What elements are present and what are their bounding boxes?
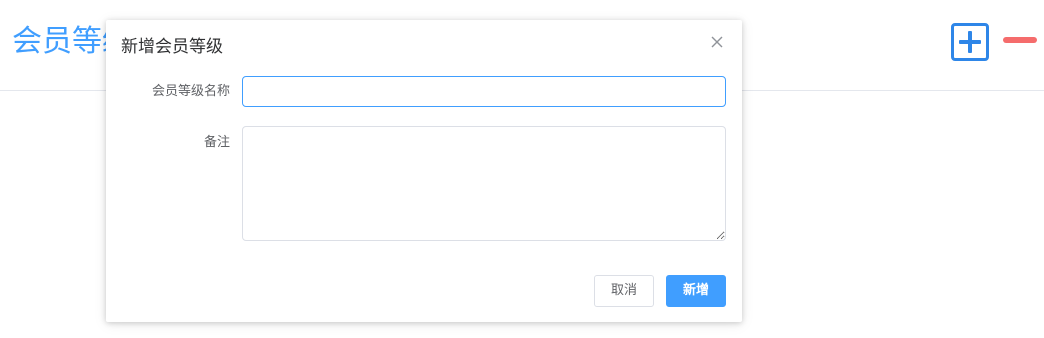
add-button[interactable] xyxy=(951,23,989,61)
close-icon xyxy=(711,36,723,48)
remove-button[interactable] xyxy=(1003,26,1037,54)
confirm-add-button[interactable]: 新增 xyxy=(666,275,726,307)
level-name-input[interactable] xyxy=(242,76,726,107)
level-name-label: 会员等级名称 xyxy=(151,84,230,99)
dialog-close-button[interactable] xyxy=(706,31,728,53)
cancel-button[interactable]: 取消 xyxy=(594,275,654,307)
remark-label: 备注 xyxy=(203,135,230,150)
remark-textarea[interactable] xyxy=(242,126,726,241)
add-level-dialog: 新增会员等级 会员等级名称 备注 取消 新增 xyxy=(106,20,742,322)
dialog-title: 新增会员等级 xyxy=(121,37,223,57)
page: 会员等级 新增会员等级 会员等级名称 备注 取消 新增 xyxy=(0,0,1044,338)
